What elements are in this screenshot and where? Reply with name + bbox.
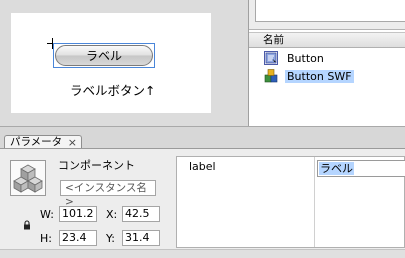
y-label: Y:	[106, 232, 115, 245]
button-instance[interactable]: ラベル	[55, 45, 153, 66]
button-instance-label: ラベル	[85, 49, 122, 63]
inspector-tab-bar: パラメータ ×	[0, 126, 405, 150]
component-type-label: コンポーネント	[58, 159, 135, 172]
button-symbol-icon	[264, 51, 278, 65]
width-label: W:	[40, 208, 54, 221]
height-field[interactable]: 23.4	[59, 230, 97, 246]
x-label: X:	[106, 208, 118, 221]
height-label: H:	[40, 232, 52, 245]
parameter-name-label: label	[189, 160, 216, 173]
instance-name-input[interactable]: <インスタンス名>	[60, 180, 156, 208]
stage-annotation-text[interactable]: ラベルボタン↑	[70, 80, 155, 99]
parameter-column-divider	[314, 157, 315, 247]
inspector-bottom-edge	[0, 249, 405, 258]
library-item-label: Button SWF	[285, 70, 354, 83]
component-cubes-icon	[10, 160, 46, 196]
library-preview-pane	[255, 0, 405, 22]
tab-parameters-label: パラメータ	[10, 136, 63, 148]
library-preview-strip	[249, 0, 405, 30]
library-column-header-name[interactable]: 名前	[249, 32, 405, 48]
width-field[interactable]: 101.2	[59, 206, 97, 222]
component-swf-icon	[264, 69, 278, 83]
parameter-grid: label ラベル	[176, 156, 405, 248]
x-field[interactable]: 42.5	[122, 206, 160, 222]
parameter-value-label-input[interactable]: ラベル	[317, 160, 405, 177]
library-item-label: Button	[287, 52, 324, 65]
library-item-button[interactable]: Button	[249, 49, 405, 67]
lock-icon[interactable]	[22, 220, 32, 230]
library-panel: 名前 Button Button SWF	[248, 0, 405, 126]
library-item-button-swf[interactable]: Button SWF	[249, 67, 405, 85]
y-field[interactable]: 31.4	[122, 230, 160, 246]
parameter-value-text: ラベル	[319, 162, 354, 175]
